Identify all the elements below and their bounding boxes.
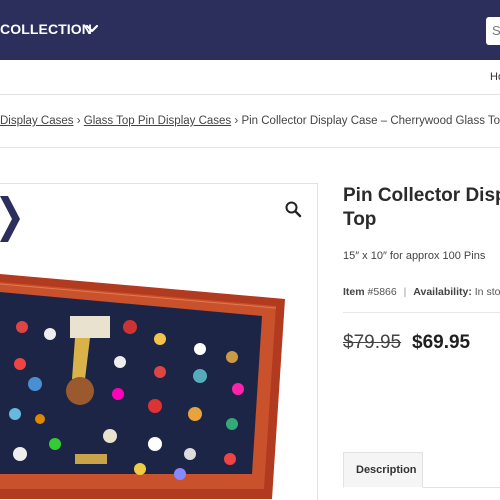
sale-price: $69.95	[412, 332, 471, 353]
nav-collection-link[interactable]: COLLECTION	[0, 21, 92, 37]
meta-separator: |	[403, 286, 407, 298]
product-size: 15″ x 10″ for approx 100 Pins	[343, 250, 486, 262]
breadcrumb-link-display-cases[interactable]: Display Cases	[0, 115, 74, 127]
item-number: #5866	[367, 286, 397, 298]
brand-logo-fragment	[0, 196, 20, 242]
zoom-icon[interactable]	[284, 200, 302, 218]
availability-value: In stoc	[474, 286, 500, 298]
breadcrumb-current: Pin Collector Display Case – Cherrywood …	[241, 115, 500, 127]
breadcrumb-separator: ›	[234, 115, 239, 127]
secondary-bar: Ho	[0, 60, 500, 95]
product-gallery	[0, 183, 318, 500]
product-title-continued: Top	[343, 209, 377, 230]
home-link[interactable]: Ho	[490, 71, 500, 83]
divider	[0, 147, 500, 148]
top-nav-bar: COLLECTION S	[0, 0, 500, 60]
tab-description[interactable]: Description	[343, 452, 423, 488]
search-input[interactable]: S	[486, 17, 500, 45]
breadcrumb: Display Cases › Glass Top Pin Display Ca…	[0, 115, 500, 127]
divider	[343, 312, 500, 313]
original-price: $79.95	[343, 332, 402, 353]
item-label: Item	[343, 286, 365, 298]
chevron-down-icon[interactable]	[84, 21, 100, 37]
tab-description-label: Description	[356, 464, 417, 476]
product-image[interactable]	[0, 264, 300, 500]
breadcrumb-separator: ›	[76, 115, 81, 127]
search-placeholder: S	[492, 23, 500, 38]
availability-label: Availability:	[413, 286, 472, 298]
product-title: Pin Collector Displ	[343, 185, 500, 206]
breadcrumb-link-glass-top[interactable]: Glass Top Pin Display Cases	[84, 115, 231, 127]
product-meta: Item #5866 | Availability: In stoc	[343, 286, 500, 298]
